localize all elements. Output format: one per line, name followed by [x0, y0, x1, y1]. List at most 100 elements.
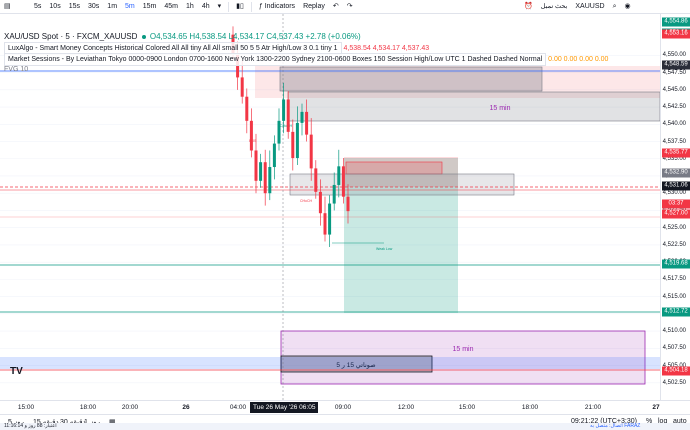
- market-open-icon: [141, 34, 146, 39]
- chart-area[interactable]: 15 min 15 min صوناتي 15 ر 5 Weak Low CHo…: [0, 14, 660, 414]
- crosshair-date-label: Tue 26 May '26 06:05: [250, 402, 319, 413]
- interval-1m[interactable]: 1m: [103, 0, 121, 14]
- price-tag: 4,554.86: [662, 17, 690, 27]
- price-tag: 4,512.72: [662, 307, 690, 317]
- indicator-sessions-values: 0.00 0.00 0.00 0.00: [548, 56, 609, 63]
- candle-body: [346, 196, 350, 212]
- time-tick: 26: [182, 404, 190, 411]
- time-tick: 15:00: [17, 404, 35, 411]
- tradingview-logo-icon: TV: [10, 366, 23, 377]
- price-tick: 4,517.50: [662, 276, 686, 283]
- status-bar: اعتبار: 88 روز و 11:16:14 اتصال: متصل به…: [0, 423, 690, 430]
- time-tick: 09:00: [334, 404, 352, 411]
- order-block-red: [345, 161, 443, 175]
- price-tick: 4,537.50: [662, 138, 686, 145]
- time-tick: 15:00: [458, 404, 476, 411]
- candle-body: [249, 120, 253, 151]
- candle-body: [254, 150, 258, 181]
- box-15min-label-bottom: 15 min: [452, 346, 473, 353]
- interval-5m[interactable]: 5m: [121, 0, 139, 14]
- indicator-row-sessions[interactable]: Market Sessions - By Leviathan Tokyo 000…: [4, 53, 609, 66]
- candle-body: [277, 120, 281, 144]
- price-tick: 4,507.50: [662, 345, 686, 352]
- time-tick: 27: [652, 404, 660, 411]
- symbol-search-caption: بحث نمبل: [540, 3, 568, 10]
- alert-icon[interactable]: ⏰: [520, 0, 537, 14]
- interval-1h[interactable]: 1h: [182, 0, 198, 14]
- redo-icon[interactable]: ↷: [343, 0, 357, 14]
- interval-5s[interactable]: 5s: [30, 0, 45, 14]
- interval-45m[interactable]: 45m: [160, 0, 182, 14]
- time-tick: 18:00: [79, 404, 97, 411]
- candle-body: [314, 168, 318, 192]
- top-toolbar: ▤ 5s 10s 15s 30s 1m 5m 15m 45m 1h 4h ▾ ▮…: [0, 0, 690, 14]
- time-tick: 12:00: [397, 404, 415, 411]
- chart-type-icon[interactable]: ▮▯: [232, 0, 248, 14]
- candle-body: [286, 99, 290, 132]
- legend: XAU/USD Spot · 5 · FXCM_XAUUSD O4,534.65…: [4, 31, 608, 75]
- price-tag: 4,535.77: [662, 148, 690, 158]
- price-tag: 4,527.00: [662, 209, 690, 219]
- search-icon[interactable]: ⌕: [609, 0, 621, 14]
- symbol-search-button[interactable]: XAUUSD: [571, 0, 608, 14]
- price-tick: 4,510.00: [662, 328, 686, 335]
- indicator-row-smc[interactable]: LuxAlgo - Smart Money Concepts Historica…: [4, 42, 608, 55]
- interval-30s[interactable]: 30s: [84, 0, 103, 14]
- price-tick: 4,550.00: [662, 52, 686, 59]
- price-tick: 4,522.50: [662, 241, 686, 248]
- indicators-icon: ƒ: [258, 2, 263, 10]
- toolbar-divider: [250, 1, 252, 12]
- weak-low-label: Weak Low: [376, 247, 393, 251]
- camera-icon[interactable]: ◉: [620, 0, 634, 14]
- price-tick: 4,545.00: [662, 86, 686, 93]
- time-tick: 21:00: [584, 404, 602, 411]
- indicator-sessions-label[interactable]: Market Sessions - By Leviathan Tokyo 000…: [4, 53, 547, 66]
- price-axis[interactable]: 4,550.00 4,547.50 4,545.00 4,542.50 4,540.00…: [660, 14, 690, 400]
- candle-body: [282, 99, 286, 121]
- candle-body: [323, 213, 327, 235]
- candle-body: [291, 131, 295, 159]
- candle-body: [300, 111, 304, 123]
- candle-body: [328, 203, 332, 235]
- toolbar-divider: [228, 1, 230, 12]
- choch-label-2: CHoCH: [300, 199, 313, 203]
- choch-label-1: CHoCH: [280, 124, 293, 128]
- price-tick: 4,542.50: [662, 104, 686, 111]
- interval-4h[interactable]: 4h: [198, 0, 214, 14]
- time-axis[interactable]: Tue 26 May '26 06:05 15:00 18:00 20:00 26 04…: [0, 400, 690, 414]
- replay-button[interactable]: Replay: [299, 0, 329, 14]
- interval-15s[interactable]: 15s: [65, 0, 84, 14]
- candle-body: [263, 162, 267, 194]
- candle-body: [272, 143, 276, 168]
- candle-body: [332, 184, 336, 204]
- time-tick: 18:00: [521, 404, 539, 411]
- symbol-title[interactable]: XAU/USD Spot · 5 · FXCM_XAUUSD: [4, 32, 137, 41]
- indicator-fvg-label[interactable]: FVG 10: [4, 66, 28, 73]
- candle-body: [337, 166, 341, 185]
- undo-icon[interactable]: ↶: [329, 0, 343, 14]
- ohlc-values: O4,534.65 H4,538.54 L4,534.17 C4,537.43 …: [149, 32, 361, 41]
- legend-title-row: XAU/USD Spot · 5 · FXCM_XAUUSD O4,534.65…: [4, 31, 608, 42]
- price-tag: 03:37: [662, 199, 690, 209]
- candle-body: [295, 122, 299, 159]
- price-tick: 4,525.00: [662, 224, 686, 231]
- interval-10s[interactable]: 10s: [45, 0, 64, 14]
- interval-15m[interactable]: 15m: [139, 0, 161, 14]
- symbol-menu-icon[interactable]: ▤: [0, 0, 30, 14]
- price-tag: 4,548.59: [662, 60, 690, 70]
- candle-body: [245, 96, 249, 121]
- price-tick: 4,530.00: [662, 190, 686, 197]
- price-tag: 4,519.68: [662, 259, 690, 269]
- price-tick: 4,547.50: [662, 69, 686, 76]
- price-tag: 4,531.06: [662, 181, 690, 191]
- indicators-button[interactable]: ƒ Indicators: [255, 0, 299, 14]
- price-tick: 4,540.00: [662, 121, 686, 128]
- time-tick: 04:00: [229, 404, 247, 411]
- candle-body: [259, 162, 263, 181]
- candle-body: [240, 77, 244, 97]
- time-tick: 20:00: [121, 404, 139, 411]
- status-left: اعتبار: 88 روز و 11:16:14: [4, 423, 57, 429]
- interval-dropdown-icon[interactable]: ▾: [214, 0, 226, 14]
- order-block-grey: [289, 173, 515, 196]
- price-tag: 4,532.90: [662, 168, 690, 178]
